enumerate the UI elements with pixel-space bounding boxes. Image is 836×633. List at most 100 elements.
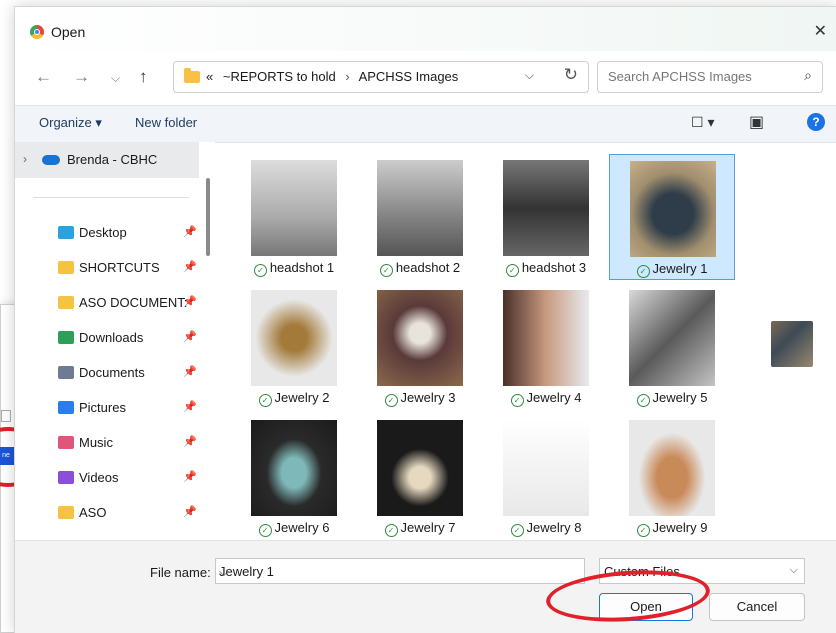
cloud-icon — [42, 155, 60, 165]
file-caption: ✓ headshot 3 — [483, 260, 609, 277]
thumbnail-image — [503, 160, 589, 256]
pin-icon[interactable]: 📌 — [183, 365, 197, 378]
file-caption: ✓ Jewelry 9 — [609, 520, 735, 537]
pin-icon[interactable]: 📌 — [183, 225, 197, 238]
file-name: Jewelry 8 — [526, 520, 582, 535]
file-name-chevron-down-icon[interactable]: ⌵ — [219, 564, 578, 580]
address-bar[interactable]: « ~REPORTS to hold › APCHSS Images ⌵ ↻ — [173, 61, 589, 93]
sidebar-item[interactable]: Pictures 📌 — [15, 393, 199, 423]
pin-icon[interactable]: 📌 — [183, 505, 197, 518]
pin-icon[interactable]: 📌 — [183, 295, 197, 308]
close-icon[interactable]: ✕ — [814, 21, 827, 41]
breadcrumb-item-reports[interactable]: ~REPORTS to hold — [223, 69, 336, 84]
sidebar-item-label: Music — [79, 435, 113, 450]
file-caption: ✓ Jewelry 4 — [483, 390, 609, 407]
file-name-label: File name: — [150, 565, 211, 580]
help-icon[interactable]: ? — [807, 113, 825, 131]
chevron-right-icon[interactable]: › — [23, 152, 27, 166]
thumbnail-image — [377, 290, 463, 386]
file-name: Jewelry 6 — [274, 520, 330, 535]
pin-icon[interactable]: 📌 — [183, 330, 197, 343]
sidebar-item[interactable]: Documents 📌 — [15, 358, 199, 388]
pin-icon[interactable]: 📌 — [183, 400, 197, 413]
music-icon — [58, 436, 74, 449]
sidebar-item[interactable]: SHORTCUTS 📌 — [15, 253, 199, 283]
back-arrow-icon[interactable]: ← — [35, 67, 52, 87]
breadcrumb-overflow[interactable]: « — [206, 69, 213, 84]
sidebar-item-label: SHORTCUTS — [79, 260, 160, 275]
file-name: Jewelry 4 — [526, 390, 582, 405]
file-thumbnail[interactable]: ✓ Jewelry 7 — [357, 414, 483, 540]
pin-icon[interactable]: 📌 — [183, 260, 197, 273]
thumbnail-image — [630, 161, 716, 257]
file-name: Jewelry 5 — [652, 390, 708, 405]
folder-icon — [58, 296, 74, 309]
cancel-button[interactable]: Cancel — [709, 593, 805, 621]
folder-icon — [58, 261, 74, 274]
sidebar-item[interactable]: Videos 📌 — [15, 463, 199, 493]
sync-ok-icon: ✓ — [510, 524, 524, 537]
up-arrow-icon[interactable]: ↑ — [139, 67, 148, 87]
search-box[interactable]: Search APCHSS Images ⌕ — [597, 61, 823, 93]
forward-arrow-icon[interactable]: → — [73, 67, 90, 87]
breadcrumb-separator-icon: › — [345, 69, 350, 84]
desktop-icon — [58, 226, 74, 239]
recent-chevron-down-icon[interactable]: ⌵ — [111, 71, 120, 86]
sidebar-item-label: Pictures — [79, 400, 126, 415]
sidebar-item[interactable]: ASO DOCUMENT: 📌 — [15, 288, 199, 318]
file-caption: ✓ headshot 2 — [357, 260, 483, 277]
file-thumbnail[interactable]: ✓ Jewelry 8 — [483, 414, 609, 540]
sync-ok-icon: ✓ — [636, 394, 650, 407]
sync-ok-icon: ✓ — [384, 394, 398, 407]
command-bar: Organize ▾ New folder ☐ ▾ ▣ ? — [15, 105, 836, 143]
file-thumbnail[interactable]: ✓ Jewelry 3 — [357, 284, 483, 410]
file-thumbnail[interactable]: ✓ Jewelry 6 — [231, 414, 357, 540]
file-caption: ✓ Jewelry 3 — [357, 390, 483, 407]
pin-icon[interactable]: 📌 — [183, 435, 197, 448]
pin-icon[interactable]: 📌 — [183, 470, 197, 483]
sidebar-item[interactable]: Desktop 📌 — [15, 218, 199, 248]
organize-button[interactable]: Organize ▾ — [39, 115, 102, 131]
sidebar-item[interactable]: Downloads 📌 — [15, 323, 199, 353]
navigation-pane: › Brenda - CBHC Desktop 📌 SHORTCUTS 📌 ASO DO… — [15, 142, 215, 537]
navigation-bar: ← → ⌵ ↑ « ~REPORTS to hold › APCHSS Imag… — [15, 57, 836, 97]
folder-icon — [184, 68, 200, 83]
file-thumbnail[interactable]: ✓ Jewelry 9 — [609, 414, 735, 540]
file-name-input[interactable]: Jewelry 1 ⌵ — [215, 558, 585, 584]
preview-pane-icon[interactable]: ▣ — [749, 112, 764, 132]
file-name: Jewelry 2 — [274, 390, 330, 405]
file-thumbnail[interactable]: ✓ headshot 2 — [357, 154, 483, 280]
sidebar-item-label: Documents — [79, 365, 145, 380]
sidebar-item-label: ASO — [79, 505, 107, 520]
file-thumbnail[interactable]: ✓ Jewelry 4 — [483, 284, 609, 410]
sidebar-item-onedrive[interactable]: › Brenda - CBHC — [15, 142, 199, 178]
view-options-icon[interactable]: ☐ ▾ — [691, 114, 714, 131]
sidebar-item-label: Videos — [79, 470, 119, 485]
sidebar-item-label: Desktop — [79, 225, 127, 240]
new-folder-button[interactable]: New folder — [135, 115, 197, 130]
file-type-chevron-down-icon: ⌵ — [789, 564, 798, 576]
refresh-icon[interactable]: ↻ — [564, 65, 578, 85]
file-list: ✓ headshot 1 ✓ headshot 2 ✓ headshot 3 ✓ Jewelr… — [217, 142, 836, 540]
sidebar-divider — [33, 197, 189, 198]
thumbnail-image — [629, 290, 715, 386]
thumbnail-image — [503, 420, 589, 516]
file-thumbnail[interactable]: ✓ Jewelry 5 — [609, 284, 735, 410]
thumbnail-image — [251, 420, 337, 516]
sidebar-item-label: ASO DOCUMENT: — [79, 295, 188, 310]
sidebar-item[interactable]: ASO 📌 — [15, 498, 199, 528]
sync-ok-icon: ✓ — [636, 265, 650, 278]
file-thumbnail[interactable]: ✓ Jewelry 1 — [609, 154, 735, 280]
sidebar-item-label: Brenda - CBHC — [67, 152, 158, 167]
file-thumbnail[interactable]: ✓ headshot 3 — [483, 154, 609, 280]
sidebar-item[interactable]: Music 📌 — [15, 428, 199, 458]
preview-image — [771, 321, 813, 367]
file-name: headshot 3 — [521, 260, 587, 275]
breadcrumb-item-apchss[interactable]: APCHSS Images — [359, 69, 459, 84]
file-thumbnail[interactable]: ✓ Jewelry 2 — [231, 284, 357, 410]
sidebar-scrollbar[interactable] — [206, 178, 210, 256]
address-chevron-down-icon[interactable]: ⌵ — [525, 68, 534, 83]
thumbnail-image — [377, 160, 463, 256]
file-thumbnail[interactable]: ✓ headshot 1 — [231, 154, 357, 280]
dialog-title: Open — [51, 24, 86, 40]
